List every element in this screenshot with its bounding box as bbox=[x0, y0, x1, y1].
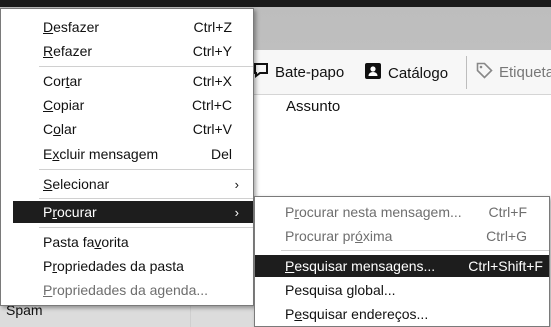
subject-column-header[interactable]: Assunto bbox=[286, 98, 340, 115]
submenu-item-search-messages[interactable]: Pesquisar mensagens... Ctrl+Shift+F bbox=[255, 255, 549, 277]
submenu-item-shortcut: Ctrl+F bbox=[488, 204, 528, 220]
submenu-item-label: Procurar próxima bbox=[285, 228, 393, 244]
chat-button-label: Bate-papo bbox=[275, 63, 345, 81]
chevron-right-icon: › bbox=[234, 176, 239, 192]
menu-item-shortcut: Ctrl+Z bbox=[193, 19, 233, 35]
chat-button[interactable]: Bate-papo bbox=[253, 62, 344, 82]
menu-item-shortcut: Ctrl+V bbox=[192, 121, 232, 137]
menu-item-label: Cortar bbox=[43, 73, 82, 89]
chat-bubble-icon bbox=[253, 62, 269, 82]
menu-item-undo[interactable]: Desfazer Ctrl+Z bbox=[1, 16, 253, 38]
tags-button[interactable]: Etiqueta bbox=[476, 62, 551, 83]
submenu-item-find-next: Procurar próxima Ctrl+G bbox=[255, 225, 549, 247]
menu-item-label: Copiar bbox=[43, 97, 85, 113]
menu-item-shortcut: Ctrl+Y bbox=[192, 43, 232, 59]
tags-button-label: Etiqueta bbox=[499, 64, 551, 81]
submenu-item-search-addresses[interactable]: Pesquisar endereços... bbox=[255, 303, 549, 325]
submenu-item-shortcut: Ctrl+Shift+F bbox=[468, 258, 543, 274]
address-book-icon bbox=[364, 62, 382, 84]
menu-separator bbox=[39, 169, 253, 170]
submenu-item-label: Pesquisar endereços... bbox=[285, 306, 429, 322]
menu-item-addressbook-properties: Propriedades da agenda... bbox=[1, 279, 253, 301]
submenu-item-global-search[interactable]: Pesquisa global... bbox=[255, 279, 549, 301]
menu-item-shortcut: Del bbox=[210, 146, 232, 162]
submenu-separator bbox=[281, 250, 549, 251]
menu-item-shortcut: Ctrl+X bbox=[192, 73, 232, 89]
menu-item-cut[interactable]: Cortar Ctrl+X bbox=[1, 70, 253, 92]
catalog-button[interactable]: Catálogo bbox=[364, 62, 448, 84]
menu-item-label: Procurar bbox=[43, 204, 97, 220]
submenu-item-label: Pesquisar mensagens... bbox=[285, 258, 436, 274]
submenu-item-label: Procurar nesta mensagem... bbox=[285, 204, 462, 220]
menu-item-redo[interactable]: Refazer Ctrl+Y bbox=[1, 40, 253, 62]
menu-item-copy[interactable]: Copiar Ctrl+C bbox=[1, 94, 253, 116]
submenu-item-find-in-message: Procurar nesta mensagem... Ctrl+F bbox=[255, 201, 549, 223]
menu-separator bbox=[39, 227, 253, 228]
chevron-right-icon: › bbox=[234, 204, 239, 220]
toolbar-separator bbox=[466, 56, 467, 89]
menu-item-select[interactable]: Selecionar › bbox=[1, 173, 253, 195]
menu-separator bbox=[39, 198, 253, 199]
menu-item-find[interactable]: Procurar › bbox=[13, 201, 253, 223]
menu-item-label: Propriedades da agenda... bbox=[43, 282, 209, 298]
menu-separator bbox=[39, 66, 253, 67]
tag-icon bbox=[476, 62, 493, 83]
menu-item-label: Excluir mensagem bbox=[43, 146, 159, 162]
menu-item-label: Selecionar bbox=[43, 176, 110, 192]
context-menu: Desfazer Ctrl+Z Refazer Ctrl+Y Cortar Ct… bbox=[0, 8, 254, 306]
menu-item-delete-message[interactable]: Excluir mensagem Del bbox=[1, 143, 253, 165]
submenu-item-label: Pesquisa global... bbox=[285, 282, 396, 298]
menu-item-label: Propriedades da pasta bbox=[43, 258, 184, 274]
submenu-item-shortcut: Ctrl+G bbox=[486, 228, 527, 244]
menu-item-favorite-folder[interactable]: Pasta favorita bbox=[1, 231, 253, 253]
menu-item-label: Pasta favorita bbox=[43, 234, 129, 250]
catalog-button-label: Catálogo bbox=[388, 64, 449, 82]
menu-item-label: Colar bbox=[43, 121, 77, 137]
menu-item-shortcut: Ctrl+C bbox=[191, 97, 232, 113]
find-submenu: Procurar nesta mensagem... Ctrl+F Procur… bbox=[254, 196, 550, 327]
menu-item-folder-properties[interactable]: Propriedades da pasta bbox=[1, 255, 253, 277]
menu-item-paste[interactable]: Colar Ctrl+V bbox=[1, 118, 253, 140]
menu-item-label: Refazer bbox=[43, 43, 93, 59]
menu-item-label: Desfazer bbox=[43, 19, 100, 35]
